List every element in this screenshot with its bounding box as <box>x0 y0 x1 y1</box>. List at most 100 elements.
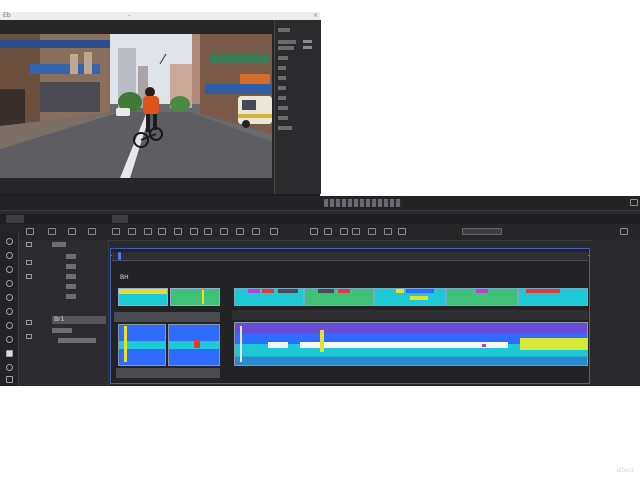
tool-icon[interactable] <box>6 266 13 273</box>
tool-rail <box>0 232 19 386</box>
browser-item[interactable] <box>66 254 76 259</box>
close-button[interactable]: × <box>312 12 319 19</box>
tool-icon[interactable] <box>6 252 13 259</box>
toolbar-icon[interactable] <box>128 228 136 235</box>
view-toggle-button[interactable] <box>462 228 502 235</box>
video-clip[interactable] <box>170 288 220 306</box>
right-dock <box>592 240 640 386</box>
browser-item[interactable] <box>66 264 76 269</box>
inspector-row[interactable] <box>278 66 286 70</box>
media-browser-panel: Br1 <box>20 240 109 386</box>
minimize-button[interactable]: – <box>126 12 133 19</box>
clip-marker <box>202 290 204 304</box>
tool-icon[interactable] <box>6 294 13 301</box>
track-header[interactable] <box>232 310 588 320</box>
track-footer <box>116 368 220 378</box>
track-label: BH <box>120 274 129 281</box>
toolbar-icon[interactable] <box>204 228 212 235</box>
clip-color-marker <box>194 340 200 348</box>
toolbar-icon[interactable] <box>236 228 244 235</box>
browser-item[interactable] <box>58 338 96 343</box>
tool-icon[interactable] <box>6 308 13 315</box>
tab-strip <box>0 214 640 224</box>
browser-item[interactable] <box>52 328 72 333</box>
folder-icon[interactable] <box>26 242 32 247</box>
inspector-value[interactable] <box>303 46 312 49</box>
clip-color-marker <box>406 289 434 293</box>
toolbar-icon[interactable] <box>144 228 152 235</box>
toolbar-icon[interactable] <box>310 228 318 235</box>
clip-color-marker <box>396 289 404 293</box>
video-frame-image <box>0 34 272 178</box>
inspector-row[interactable] <box>278 56 288 60</box>
tool-icon[interactable] <box>6 350 13 357</box>
tool-icon[interactable] <box>6 322 13 329</box>
clip-color-marker <box>476 289 488 293</box>
toolbar-icon[interactable] <box>398 228 406 235</box>
clip-color-marker <box>482 344 486 347</box>
clip-highlight <box>268 342 288 348</box>
toolbar-icon[interactable] <box>174 228 182 235</box>
browser-item[interactable] <box>52 242 66 247</box>
tool-icon[interactable] <box>6 376 13 383</box>
clip-color-marker <box>124 326 127 362</box>
link-icon[interactable] <box>26 334 32 339</box>
toolbar-icon[interactable] <box>158 228 166 235</box>
toolbar-icon[interactable] <box>26 228 34 235</box>
toolbar-icon[interactable] <box>220 228 228 235</box>
clip-color-marker <box>318 289 334 293</box>
browser-item-label: Br1 <box>54 316 65 323</box>
track-header[interactable] <box>114 312 220 322</box>
clip-color-marker <box>240 326 242 362</box>
inspector-row[interactable] <box>278 86 286 90</box>
time-ruler[interactable] <box>112 252 588 261</box>
link-icon[interactable] <box>26 260 32 265</box>
timeline-toolbar <box>0 224 640 241</box>
toolbar-icon[interactable] <box>620 228 628 235</box>
inspector-row[interactable] <box>278 40 296 44</box>
clip-highlight <box>300 342 508 348</box>
browser-item[interactable] <box>66 284 76 289</box>
browser-item[interactable] <box>66 294 76 299</box>
toolbar-icon[interactable] <box>270 228 278 235</box>
toolbar-icon[interactable] <box>88 228 96 235</box>
toolbar-icon[interactable] <box>48 228 56 235</box>
clip-highlight <box>520 338 588 350</box>
link-icon[interactable] <box>26 320 32 325</box>
toolbar-icon[interactable] <box>252 228 260 235</box>
inspector-row[interactable] <box>278 96 286 100</box>
inspector-row[interactable] <box>278 28 290 32</box>
inspector-row[interactable] <box>278 126 292 130</box>
inspector-row[interactable] <box>278 76 286 80</box>
playhead-handle[interactable] <box>118 252 121 260</box>
tool-icon[interactable] <box>6 364 13 371</box>
video-preview[interactable] <box>0 34 272 178</box>
inspector-row[interactable] <box>278 106 288 110</box>
toolbar-icon[interactable] <box>190 228 198 235</box>
panel-menu-icon[interactable] <box>630 199 638 206</box>
link-icon[interactable] <box>26 274 32 279</box>
toolbar-icon[interactable] <box>384 228 392 235</box>
browser-item[interactable] <box>66 274 76 279</box>
toolbar-icon[interactable] <box>368 228 376 235</box>
inspector-row[interactable] <box>278 46 294 50</box>
tab-chip[interactable] <box>112 215 128 223</box>
viewer-titlebar: Eb – × <box>0 12 320 20</box>
toolbar-icon[interactable] <box>68 228 76 235</box>
video-clip[interactable] <box>118 288 168 306</box>
clip-color-marker <box>278 289 298 293</box>
toolbar-icon[interactable] <box>340 228 348 235</box>
tool-icon[interactable] <box>6 238 13 245</box>
clip-color-marker <box>248 289 260 293</box>
tool-icon[interactable] <box>6 336 13 343</box>
toolbar-icon[interactable] <box>324 228 332 235</box>
inspector-value[interactable] <box>303 40 312 43</box>
tab-chip[interactable] <box>6 215 24 223</box>
inspector-row[interactable] <box>278 116 288 120</box>
timeline-header-strip <box>0 196 640 211</box>
toolbar-icon[interactable] <box>112 228 120 235</box>
clip-color-marker <box>410 296 428 300</box>
toolbar-icon[interactable] <box>352 228 360 235</box>
inspector-panel <box>274 20 321 194</box>
tool-icon[interactable] <box>6 280 13 287</box>
